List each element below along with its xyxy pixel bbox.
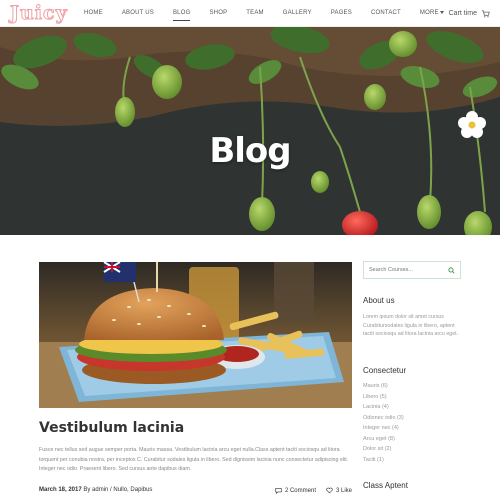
nav-shop[interactable]: SHOP: [209, 0, 227, 27]
category-item[interactable]: Libero (5): [363, 392, 461, 403]
sidebar-search: [363, 261, 461, 279]
nav-team[interactable]: TEAM: [246, 0, 263, 27]
nav-home[interactable]: HOME: [84, 0, 103, 27]
site-header: Juicy HOME ABOUT US BLOG SHOP TEAM GALLE…: [0, 0, 500, 27]
post-stats: 2 Comment 3 Like: [275, 487, 352, 494]
page-title: Blog: [209, 131, 291, 171]
consectetur-heading: Consectetur: [363, 366, 407, 375]
search-icon[interactable]: [448, 267, 455, 274]
post-title[interactable]: Vestibulum lacinia: [39, 420, 184, 436]
nav-gallery[interactable]: GALLERY: [283, 0, 312, 27]
search-input[interactable]: [369, 267, 449, 273]
post-date-author: March 18, 2017 By admin / Nullo, Dapibus: [39, 487, 152, 494]
post-meta: March 18, 2017 By admin / Nullo, Dapibus…: [39, 487, 352, 494]
nav-contact[interactable]: CONTACT: [371, 0, 401, 27]
nav-more[interactable]: MORE: [420, 0, 444, 27]
cart-label: Cart time: [448, 10, 477, 17]
cart-icon: [481, 10, 490, 18]
nav-pages[interactable]: PAGES: [331, 0, 352, 27]
category-item[interactable]: Taciti (1): [363, 455, 461, 466]
post-excerpt: Fusce nec tellus sed augue semper porta.…: [39, 447, 349, 472]
category-item[interactable]: Dolor sit (2): [363, 444, 461, 455]
post-featured-image[interactable]: [39, 262, 352, 408]
nav-more-label: MORE: [419, 10, 439, 16]
category-list: Mauris (6) Libero (5) Lacinia (4) Odione…: [363, 381, 461, 465]
category-item[interactable]: Arcu eget (8): [363, 434, 461, 445]
heart-icon: [326, 487, 333, 494]
chevron-down-icon: [439, 10, 444, 14]
post-date: March 18, 2017: [39, 487, 82, 493]
main-nav: HOME ABOUT US BLOG SHOP TEAM GALLERY PAG…: [84, 0, 463, 27]
about-text: Lorem ipsum dolor sit amet cursus Curabi…: [363, 314, 459, 337]
class-aptent-heading: Class Aptent: [363, 481, 408, 490]
post-author[interactable]: By admin / Nullo, Dapibus: [83, 487, 152, 493]
nav-about-us[interactable]: ABOUT US: [122, 0, 154, 27]
category-item[interactable]: Odionec odio (3): [363, 413, 461, 424]
site-logo[interactable]: Juicy: [10, 2, 68, 25]
category-item[interactable]: Mauris (6): [363, 381, 461, 392]
comments-count: 2 Comment: [284, 487, 316, 494]
comments-link[interactable]: 2 Comment: [275, 487, 316, 494]
burger-image: [39, 262, 352, 408]
about-heading: About us: [363, 296, 395, 305]
cart-link[interactable]: Cart time: [449, 0, 490, 27]
hero-banner: Blog: [0, 27, 500, 235]
category-item[interactable]: Integer nec (4): [363, 423, 461, 434]
likes-count: 3 Like: [335, 487, 352, 494]
nav-blog[interactable]: BLOG: [172, 0, 191, 27]
likes-link[interactable]: 3 Like: [326, 487, 352, 494]
comment-icon: [275, 488, 282, 494]
category-item[interactable]: Lacinia (4): [363, 402, 461, 413]
